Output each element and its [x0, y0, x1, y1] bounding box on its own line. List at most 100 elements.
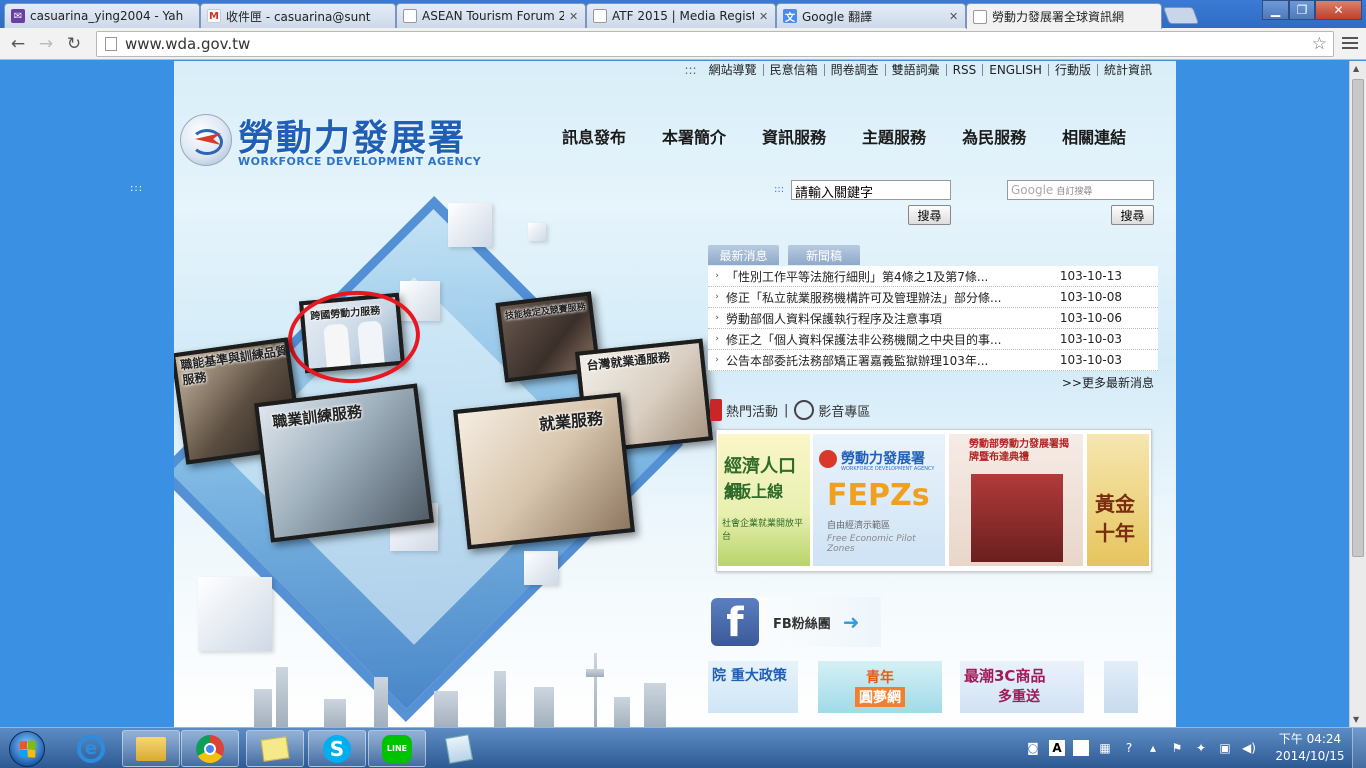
chrome-taskbar-icon[interactable]	[181, 730, 239, 767]
more-news-link[interactable]: >>更多最新消息	[1062, 374, 1154, 391]
nav-news[interactable]: 訊息發布	[562, 124, 626, 148]
news-item[interactable]: › 勞動部個人資料保護執行程序及注意事項 103-10-06	[708, 308, 1158, 329]
maximize-button[interactable]: ❐	[1289, 0, 1315, 20]
news-title[interactable]: 公告本部委託法務部矯正署嘉義監獄辦理103年...	[726, 352, 1042, 369]
tab-press-releases[interactable]: 新聞稿	[788, 245, 860, 265]
new-tab-button[interactable]	[1162, 7, 1200, 24]
util-link-statistics[interactable]: 統計資訊	[1098, 64, 1158, 76]
news-item[interactable]: › 修正之「個人資料保護法非公務機關之中央目的事... 103-10-03	[708, 329, 1158, 350]
banner-inauguration[interactable]: 勞動部勞動力發展署揭牌暨布達典禮	[949, 434, 1083, 566]
banner-fepzs[interactable]: 勞動力發展署 WORKFORCE DEVELOPMENT AGENCY FEPZ…	[813, 434, 945, 566]
card-employment-services[interactable]: 就業服務	[453, 392, 635, 550]
windows-logo-icon	[9, 731, 45, 767]
news-title[interactable]: 修正「私立就業服務機構許可及管理辦法」部分條...	[726, 289, 1042, 306]
page-icon	[593, 9, 607, 23]
banner-3c-products[interactable]: 最潮3C商品 多重送	[960, 661, 1084, 713]
google-translate-icon: 文	[783, 9, 797, 24]
language-bar-icon[interactable]: ◙	[1025, 740, 1041, 756]
banner-economic-population[interactable]: 經濟人口網 1版上線 社會企業就業開放平台	[718, 434, 810, 566]
facebook-fan-page-link[interactable]: f FB粉絲團 ➜	[711, 597, 881, 647]
city-skyline-illustration	[214, 641, 694, 727]
back-arrow-icon[interactable]: ←	[6, 32, 30, 56]
logo-english-name: WORKFORCE DEVELOPMENT AGENCY	[238, 155, 482, 168]
start-button[interactable]	[2, 729, 52, 768]
close-tab-icon[interactable]: ✕	[949, 10, 959, 23]
page-info-icon[interactable]	[105, 37, 117, 51]
scroll-up-icon[interactable]: ▲	[1353, 64, 1359, 73]
yahoo-mail-icon: ✉	[11, 9, 25, 23]
tab-media-zone[interactable]: 影音專區	[818, 401, 870, 420]
nav-public-services[interactable]: 為民服務	[962, 124, 1026, 148]
util-link-mailbox[interactable]: 民意信箱	[764, 64, 825, 76]
site-search-button[interactable]: 搜尋	[908, 205, 951, 225]
browser-tab-asean[interactable]: ASEAN Tourism Forum 2 ✕	[396, 3, 586, 28]
news-date: 103-10-03	[1059, 353, 1122, 367]
news-item[interactable]: › 修正「私立就業服務機構許可及管理辦法」部分條... 103-10-08	[708, 287, 1158, 308]
browser-tab-atf[interactable]: ATF 2015 | Media Regist ✕	[586, 3, 776, 28]
banner-text: 黃金十年	[1095, 492, 1135, 545]
banner-partial[interactable]	[1104, 661, 1138, 713]
news-title[interactable]: 「性別工作平等法施行細則」第4條之1及第7條...	[726, 268, 1042, 285]
util-link-rss[interactable]: RSS	[947, 64, 984, 76]
util-link-survey[interactable]: 問卷調查	[825, 64, 886, 76]
browser-tab-yahoo-mail[interactable]: ✉ casuarina_ying2004 - Yah	[4, 3, 200, 28]
sticky-notes-taskbar-icon[interactable]	[246, 730, 304, 767]
close-tab-icon[interactable]: ✕	[569, 10, 579, 23]
browser-tab-google-translate[interactable]: 文 Google 翻譯 ✕	[776, 3, 966, 28]
keyboard-icon[interactable]: ▦	[1097, 740, 1113, 756]
banner-youth-dream[interactable]: 青年 圓夢網	[818, 661, 942, 713]
nav-info-services[interactable]: 資訊服務	[762, 124, 826, 148]
full-width-icon[interactable]	[1073, 740, 1089, 756]
card-vocational-training[interactable]: 職業訓練服務	[254, 383, 434, 543]
util-link-english[interactable]: ENGLISH	[983, 64, 1049, 76]
banner-policy[interactable]: 院 重大政策	[708, 661, 798, 713]
network-icon[interactable]: ▣	[1217, 740, 1233, 756]
news-item[interactable]: › 公告本部委託法務部矯正署嘉義監獄辦理103年... 103-10-03	[708, 350, 1158, 371]
dropbox-icon[interactable]: ✦	[1193, 740, 1209, 756]
nav-topics[interactable]: 主題服務	[862, 124, 926, 148]
volume-icon[interactable]: ◀)	[1241, 740, 1257, 756]
show-desktop-button[interactable]	[1352, 728, 1366, 768]
page-scrollbar[interactable]: ▲ ▼	[1349, 61, 1366, 727]
banner-text: WORKFORCE DEVELOPMENT AGENCY	[841, 466, 935, 472]
site-search-input[interactable]: 請輸入關鍵字	[791, 180, 951, 201]
util-link-mobile[interactable]: 行動版	[1049, 64, 1098, 76]
skype-taskbar-icon[interactable]: S	[308, 730, 366, 767]
hot-activities-header: 熱門活動 | 影音專區	[710, 399, 870, 421]
tab-hot-activities[interactable]: 熱門活動	[726, 401, 778, 420]
minimize-button[interactable]: ▁	[1262, 0, 1289, 20]
util-link-sitemap[interactable]: 網站導覽	[703, 64, 764, 76]
banner-golden-decade[interactable]: 黃金十年	[1087, 434, 1149, 566]
line-taskbar-icon[interactable]: LINE	[368, 730, 426, 767]
close-window-button[interactable]: ✕	[1315, 0, 1362, 20]
browser-tab-wda[interactable]: 勞動力發展署全球資訊網	[966, 3, 1162, 29]
reload-icon[interactable]: ↻	[62, 32, 86, 56]
news-title[interactable]: 修正之「個人資料保護法非公務機關之中央目的事...	[726, 331, 1042, 348]
tab-latest-news[interactable]: 最新消息	[708, 245, 779, 265]
system-clock[interactable]: 下午 04:24 2014/10/15	[1275, 731, 1345, 765]
close-tab-icon[interactable]: ✕	[759, 10, 769, 23]
news-item[interactable]: › 「性別工作平等法施行細則」第4條之1及第7條... 103-10-13	[708, 266, 1158, 287]
google-search-input[interactable]: Google 自訂搜尋	[1007, 180, 1154, 200]
internet-explorer-taskbar-icon[interactable]: e	[62, 730, 120, 767]
address-bar[interactable]: www.wda.gov.tw ☆	[96, 31, 1334, 57]
input-method-icon[interactable]: A	[1049, 740, 1065, 756]
file-explorer-taskbar-icon[interactable]	[122, 730, 180, 767]
url-text[interactable]: www.wda.gov.tw	[125, 35, 250, 53]
news-title[interactable]: 勞動部個人資料保護執行程序及注意事項	[726, 310, 1042, 327]
nav-related-links[interactable]: 相關連結	[1062, 124, 1126, 148]
action-center-flag-icon[interactable]: ⚑	[1169, 740, 1185, 756]
nav-about[interactable]: 本署簡介	[662, 124, 726, 148]
scroll-down-icon[interactable]: ▼	[1353, 715, 1359, 724]
help-icon[interactable]: ?	[1121, 740, 1137, 756]
notepad-taskbar-icon[interactable]	[430, 730, 488, 767]
google-search-button[interactable]: 搜尋	[1111, 205, 1154, 225]
scrollbar-thumb[interactable]	[1352, 79, 1364, 557]
chrome-menu-icon[interactable]	[1340, 34, 1360, 54]
bookmark-star-icon[interactable]: ☆	[1312, 34, 1327, 54]
util-link-glossary[interactable]: 雙語詞彙	[886, 64, 947, 76]
tray-expand-icon[interactable]: ▴	[1145, 740, 1161, 756]
forward-arrow-icon[interactable]: →	[34, 32, 58, 56]
site-logo[interactable]: 勞動力發展署 WORKFORCE DEVELOPMENT AGENCY	[180, 111, 490, 171]
browser-tab-gmail[interactable]: M 收件匣 - casuarina@sunt	[200, 3, 396, 28]
